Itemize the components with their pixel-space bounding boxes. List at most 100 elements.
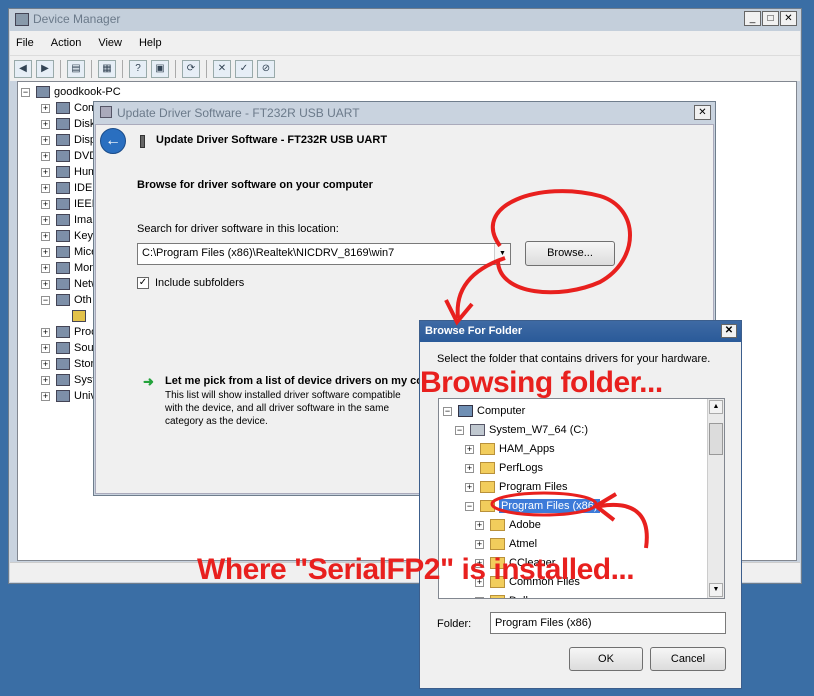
folder-tree-row[interactable]: − Computer — [443, 402, 525, 420]
expand-icon[interactable]: + — [41, 327, 50, 337]
maximize-button[interactable]: □ — [762, 11, 779, 26]
tree-item[interactable]: + Sou — [41, 340, 94, 356]
include-subfolders-checkbox[interactable]: ✓ Include subfolders — [137, 277, 244, 289]
close-button[interactable]: ✕ — [721, 324, 737, 338]
menu-view[interactable]: View — [98, 37, 122, 49]
folder-tree-row[interactable]: + Atmel — [475, 535, 537, 553]
collapse-icon[interactable]: − — [443, 406, 452, 416]
tree-item[interactable]: + Hum — [41, 164, 97, 180]
tree-item[interactable]: + IEEE — [41, 196, 99, 212]
tree-item[interactable]: + Mice — [41, 244, 97, 260]
expand-icon[interactable]: + — [41, 183, 50, 193]
show-hide-icon[interactable]: ▦ — [98, 59, 116, 78]
device-manager-titlebar[interactable]: Device Manager _ □ ✕ — [9, 9, 801, 31]
tree-item[interactable]: + Disp — [41, 132, 96, 148]
wizard-header: Update Driver Software - FT232R USB UART — [156, 134, 388, 146]
browse-folder-title: Browse For Folder — [425, 325, 523, 337]
expand-icon[interactable]: + — [41, 215, 50, 225]
scan-icon[interactable]: ▣ — [151, 59, 169, 78]
tree-item[interactable]: + Univ — [41, 388, 96, 404]
uninstall-icon[interactable]: ✕ — [213, 59, 231, 78]
scrollbar-thumb[interactable] — [709, 423, 723, 455]
expand-icon[interactable]: + — [41, 119, 50, 129]
folder-tree-row[interactable]: + Program Files — [465, 478, 567, 496]
menu-file[interactable]: File — [16, 37, 34, 49]
expand-icon[interactable]: + — [41, 247, 50, 257]
vertical-scrollbar[interactable]: ▲ ▼ — [707, 399, 724, 598]
ok-button[interactable]: OK — [569, 647, 643, 671]
back-icon[interactable]: ◀ — [14, 59, 32, 78]
forward-icon[interactable]: ▶ — [36, 59, 54, 78]
enable-icon[interactable]: ✓ — [235, 59, 253, 78]
folder-tree-row[interactable]: + PerfLogs — [465, 459, 543, 477]
tree-item[interactable]: + Syst — [41, 372, 95, 388]
folder-tree-row[interactable]: − System_W7_64 (C:) — [455, 421, 588, 439]
expand-icon[interactable]: + — [475, 520, 484, 530]
expand-icon[interactable]: + — [41, 375, 50, 385]
expand-icon[interactable]: + — [41, 135, 50, 145]
close-button[interactable]: ✕ — [694, 105, 711, 120]
expand-icon[interactable]: + — [41, 199, 50, 209]
menu-help[interactable]: Help — [139, 37, 162, 49]
close-button[interactable]: ✕ — [780, 11, 797, 26]
browse-folder-titlebar[interactable]: Browse For Folder ✕ — [420, 321, 741, 342]
tree-item[interactable]: + Stor — [41, 356, 94, 372]
checkbox-checked-icon[interactable]: ✓ — [137, 277, 149, 289]
update-driver-titlebar[interactable]: Update Driver Software - FT232R USB UART… — [94, 102, 715, 124]
green-arrow-icon: ➜ — [143, 374, 154, 389]
folder-tree-row[interactable]: + Dell — [475, 592, 528, 598]
computer-icon — [458, 405, 473, 417]
tree-item[interactable] — [72, 308, 90, 324]
expand-icon[interactable]: + — [465, 444, 474, 454]
tree-item[interactable]: + Netw — [41, 276, 99, 292]
folder-icon — [490, 538, 505, 550]
folder-tree-row[interactable]: + HAM_Apps — [465, 440, 555, 458]
device-manager-title: Device Manager — [33, 12, 121, 26]
expand-icon[interactable]: + — [41, 343, 50, 353]
expand-icon[interactable]: + — [465, 482, 474, 492]
expand-icon[interactable]: + — [475, 596, 484, 598]
folder-tree-row[interactable]: − Program Files (x86) — [465, 497, 600, 515]
tree-item[interactable]: + Disk — [41, 116, 95, 132]
tree-item[interactable]: + Proc — [41, 324, 97, 340]
expand-icon[interactable]: + — [41, 231, 50, 241]
tree-root[interactable]: − goodkook-PC — [21, 84, 121, 100]
update-driver-icon[interactable]: ⟳ — [182, 59, 200, 78]
tree-item[interactable]: + Mon — [41, 260, 95, 276]
menu-action[interactable]: Action — [51, 37, 82, 49]
properties-icon[interactable]: ▤ — [67, 59, 85, 78]
tree-item[interactable]: + Key — [41, 228, 93, 244]
tree-item[interactable]: + DVD — [41, 148, 97, 164]
pick-from-list-link[interactable]: Let me pick from a list of device driver… — [165, 375, 420, 387]
expand-icon[interactable]: + — [41, 279, 50, 289]
expand-icon[interactable]: + — [41, 391, 50, 401]
collapse-icon[interactable]: − — [465, 501, 474, 511]
chevron-down-icon[interactable]: ▼ — [494, 244, 510, 264]
scroll-down-icon[interactable]: ▼ — [709, 583, 723, 597]
expand-icon[interactable]: + — [41, 263, 50, 273]
collapse-icon[interactable]: − — [41, 295, 50, 305]
search-location-input[interactable]: C:\Program Files (x86)\Realtek\NICDRV_81… — [137, 243, 511, 265]
tree-item[interactable]: + Com — [41, 100, 97, 116]
folder-input[interactable]: Program Files (x86) — [490, 612, 726, 634]
cancel-button[interactable]: Cancel — [650, 647, 726, 671]
include-subfolders-label: Include subfolders — [155, 277, 245, 289]
expand-icon[interactable]: + — [465, 463, 474, 473]
tree-item[interactable]: + IDE — [41, 180, 92, 196]
disable-icon[interactable]: ⊘ — [257, 59, 275, 78]
collapse-icon[interactable]: − — [21, 87, 30, 97]
tree-item[interactable]: + Ima — [41, 212, 92, 228]
tree-item[interactable]: − Oth — [41, 292, 92, 308]
browse-button[interactable]: Browse... — [525, 241, 615, 266]
expand-icon[interactable]: + — [41, 359, 50, 369]
expand-icon[interactable]: + — [41, 151, 50, 161]
minimize-button[interactable]: _ — [744, 11, 761, 26]
expand-icon[interactable]: + — [41, 167, 50, 177]
expand-icon[interactable]: + — [475, 539, 484, 549]
folder-tree-row[interactable]: + Adobe — [475, 516, 541, 534]
collapse-icon[interactable]: − — [455, 425, 464, 435]
help-icon[interactable]: ? — [129, 59, 147, 78]
scroll-up-icon[interactable]: ▲ — [709, 400, 723, 414]
back-arrow-icon[interactable]: ← — [100, 128, 126, 154]
expand-icon[interactable]: + — [41, 103, 50, 113]
